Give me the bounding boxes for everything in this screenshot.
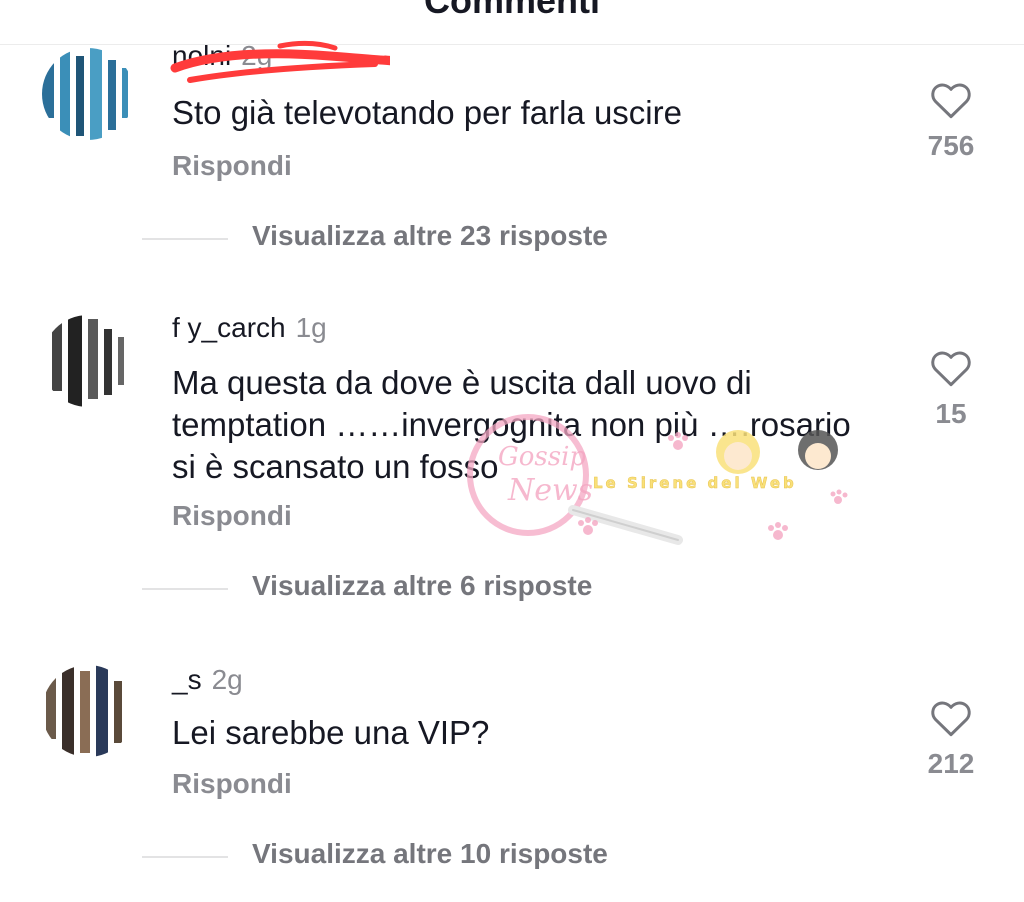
reply-button[interactable]: Rispondi: [172, 500, 292, 532]
username-text: f y_carch: [172, 312, 286, 343]
like-count: 15: [935, 398, 967, 429]
comment-text: Lei sarebbe una VIP?: [172, 714, 490, 751]
like-button[interactable]: 756: [910, 80, 992, 162]
avatar-image: [42, 48, 134, 140]
comment-username[interactable]: _s 2g: [172, 664, 243, 696]
divider-line: [142, 588, 228, 590]
avatar[interactable]: [42, 315, 134, 407]
comment-text: Ma questa da dove è uscita dall uovo di …: [172, 364, 851, 485]
divider-line: [142, 238, 228, 240]
view-more-label: Visualizza altre 6 risposte: [252, 570, 593, 601]
comment-username[interactable]: f y_carch 1g: [172, 312, 327, 344]
username-text: _s: [172, 664, 202, 695]
view-more-label: Visualizza altre 10 risposte: [252, 838, 608, 869]
reply-button[interactable]: Rispondi: [172, 150, 292, 182]
like-count: 212: [927, 748, 975, 779]
like-button[interactable]: 15: [910, 348, 992, 430]
avatar[interactable]: [42, 48, 134, 140]
redaction-scribble: [170, 40, 390, 83]
like-button[interactable]: 212: [910, 698, 992, 780]
heart-outline-icon: [931, 701, 971, 737]
avatar-image: [42, 315, 134, 407]
avatar[interactable]: [42, 665, 134, 757]
comment-time: 2g: [211, 664, 243, 695]
heart-outline-icon: [931, 351, 971, 387]
header-title: Commenti: [423, 0, 600, 21]
like-count: 756: [927, 130, 975, 161]
comment-text: Sto già televotando per farla uscire: [172, 94, 682, 131]
comments-header: Commenti: [0, 0, 1024, 45]
avatar-image: [42, 665, 134, 757]
comment-time: 1g: [295, 312, 327, 343]
view-more-label: Visualizza altre 23 risposte: [252, 220, 608, 251]
heart-outline-icon: [931, 83, 971, 119]
reply-button[interactable]: Rispondi: [172, 768, 292, 800]
divider-line: [142, 856, 228, 858]
